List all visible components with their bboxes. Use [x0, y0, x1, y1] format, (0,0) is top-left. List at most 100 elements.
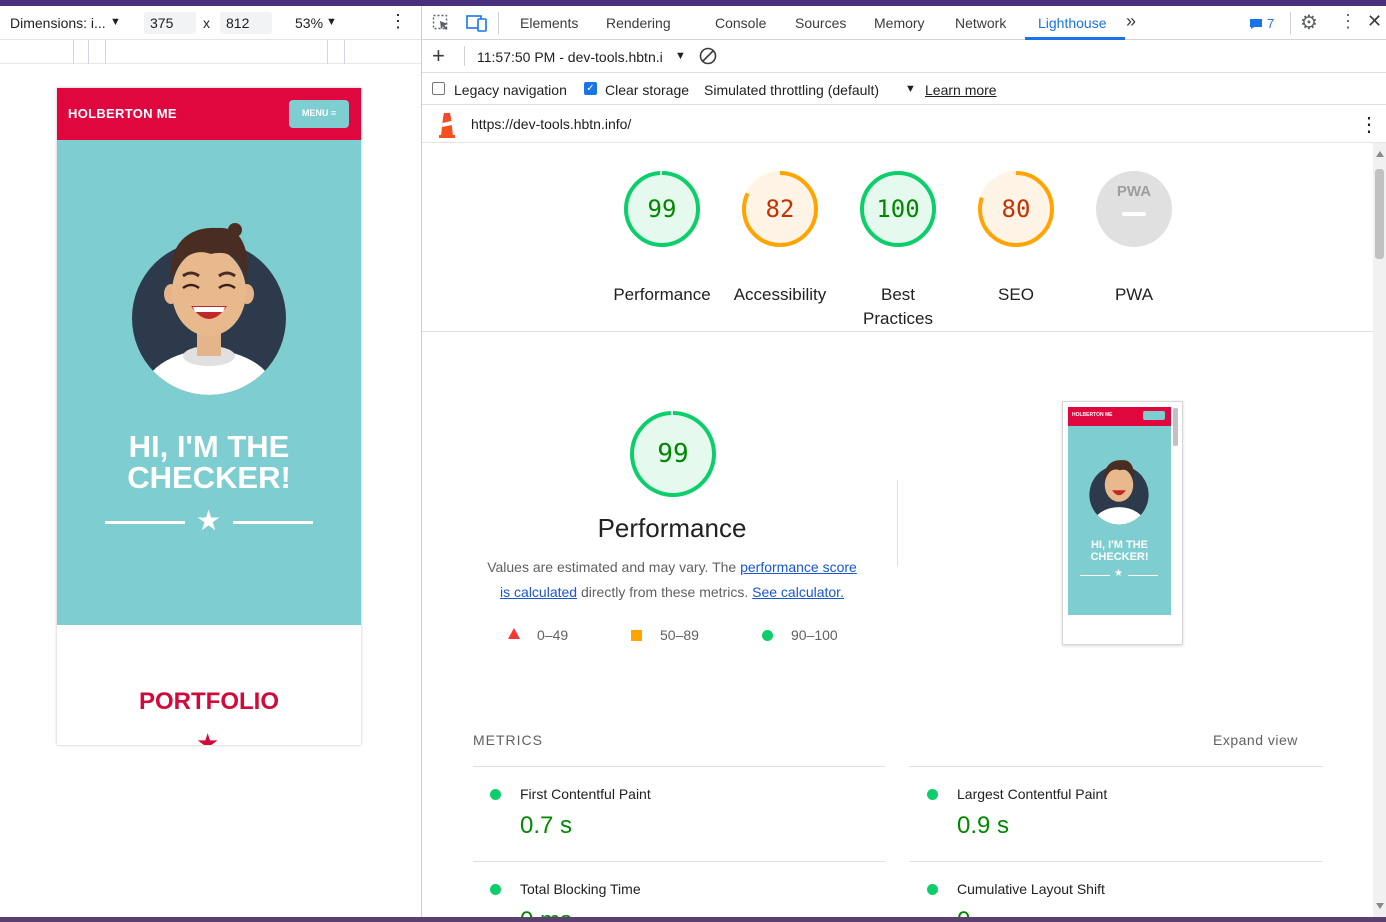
- gauge-performance[interactable]: 99 Performance: [613, 169, 711, 304]
- desc-text: directly from these metrics.: [577, 584, 753, 600]
- metrics-divider: [909, 766, 1323, 767]
- page-navbar: HOLBERTON ME MENU ≡: [57, 88, 361, 140]
- chevron-down-icon[interactable]: ▼: [326, 16, 337, 28]
- metric-value: 0.9 s: [957, 812, 1010, 839]
- gauge-accessibility[interactable]: 82 Accessibility: [734, 169, 826, 304]
- gauge-score: 100: [876, 195, 920, 223]
- final-screenshot-thumbnail[interactable]: HOLBERTON ME HI, I'M THE CHECKER! ★: [1062, 401, 1183, 645]
- scroll-down-icon[interactable]: [1376, 903, 1384, 909]
- more-tabs-icon[interactable]: »: [1126, 11, 1136, 32]
- throttling-select[interactable]: Simulated throttling (default): [704, 82, 879, 98]
- thumb-title: HI, I'M THE CHECKER!: [1090, 539, 1149, 563]
- report-scrollbar[interactable]: [1373, 143, 1386, 917]
- legend-average: 50–89: [660, 627, 699, 643]
- pass-circle-icon: [490, 884, 501, 895]
- device-toolbar: Dimensions: i... ▼ 375 x 812 53% ▼ ⋮: [0, 6, 421, 40]
- gauge-best-practices[interactable]: 100 Best Practices: [858, 169, 938, 328]
- chevron-down-icon[interactable]: ▼: [110, 16, 121, 28]
- tab-console[interactable]: Console: [715, 15, 766, 31]
- gauge-score: 99: [647, 195, 677, 223]
- metric-value: 0.7 s: [520, 812, 573, 839]
- legacy-navigation-label[interactable]: Legacy navigation: [454, 82, 567, 98]
- width-input[interactable]: 375: [144, 12, 196, 34]
- tab-lighthouse[interactable]: Lighthouse: [1038, 15, 1107, 31]
- media-query-ruler[interactable]: [0, 40, 421, 64]
- metrics-header: METRICS: [473, 732, 543, 748]
- chevron-down-icon[interactable]: ▼: [905, 83, 916, 95]
- more-options-icon[interactable]: ⋮: [389, 11, 407, 32]
- hero-section: HI, I'M THE CHECKER! ★: [57, 140, 361, 625]
- fail-triangle-icon: [508, 628, 520, 639]
- expand-view-button[interactable]: Expand view: [1213, 732, 1298, 748]
- issues-icon[interactable]: [1249, 18, 1263, 30]
- menu-button[interactable]: MENU ≡: [289, 100, 349, 128]
- metrics-divider: [909, 861, 1323, 862]
- learn-more-link[interactable]: Learn more: [925, 82, 997, 98]
- more-options-icon[interactable]: ⋮: [1359, 112, 1379, 137]
- gauge-pwa[interactable]: PWA PWA: [1094, 169, 1174, 304]
- tab-memory[interactable]: Memory: [874, 15, 925, 31]
- height-input[interactable]: 812: [220, 12, 272, 34]
- performance-description: Values are estimated and may vary. The p…: [472, 555, 872, 605]
- clear-icon[interactable]: [699, 47, 717, 65]
- issues-count[interactable]: 7: [1267, 16, 1274, 31]
- scroll-thumb[interactable]: [1375, 169, 1384, 259]
- plus-icon[interactable]: +: [432, 43, 445, 69]
- clear-storage-checkbox[interactable]: ✓: [584, 82, 597, 95]
- inspect-element-icon[interactable]: [432, 14, 450, 32]
- pwa-badge: PWA: [1116, 183, 1152, 200]
- performance-score-link[interactable]: performance score: [740, 559, 857, 575]
- tab-network[interactable]: Network: [955, 15, 1006, 31]
- gauge-score: 82: [765, 195, 795, 223]
- hero-title: HI, I'M THE CHECKER!: [57, 431, 361, 493]
- thumb-divider-line: [1128, 575, 1158, 576]
- legacy-navigation-checkbox[interactable]: [432, 82, 445, 95]
- pass-circle-icon: [927, 789, 938, 800]
- metrics-divider: [473, 766, 885, 767]
- zoom-select[interactable]: 53%: [295, 15, 323, 31]
- mobile-page-preview: HOLBERTON ME MENU ≡ HI, I'M THE CHECKER!…: [57, 88, 361, 745]
- thumb-scrollbar: [1173, 408, 1178, 446]
- more-options-icon[interactable]: ⋮: [1339, 11, 1357, 32]
- gauge-label: PWA: [1114, 285, 1154, 304]
- chevron-down-icon[interactable]: ▼: [675, 50, 686, 62]
- metric-value: 0 ms: [520, 907, 572, 917]
- hero-title-line2: CHECKER!: [127, 460, 291, 495]
- metrics-divider: [473, 861, 885, 862]
- taskbar-strip: [0, 917, 1386, 922]
- metric-value: 0: [957, 907, 970, 917]
- tab-elements[interactable]: Elements: [520, 15, 578, 31]
- vertical-divider: [897, 480, 898, 566]
- close-icon[interactable]: ✕: [1367, 11, 1382, 32]
- tab-sources[interactable]: Sources: [795, 15, 846, 31]
- metric-first-contentful-paint: First Contentful Paint 0.7 s: [490, 783, 870, 853]
- dimensions-select[interactable]: Dimensions: i...: [10, 15, 106, 31]
- star-icon: ★: [196, 728, 220, 745]
- thumb-avatar: [1089, 460, 1149, 525]
- gauge-label: Best Practices: [863, 285, 933, 328]
- scroll-up-icon[interactable]: [1376, 151, 1384, 157]
- gauge-label: SEO: [998, 285, 1034, 304]
- gauge-seo[interactable]: 80 SEO: [976, 169, 1056, 304]
- avatar: [132, 223, 286, 395]
- pass-circle-icon: [762, 630, 773, 641]
- performance-big-gauge[interactable]: 99: [628, 409, 718, 499]
- report-url[interactable]: https://dev-tools.hbtn.info/: [471, 116, 631, 132]
- desc-text: Values are estimated and may vary. The: [487, 559, 741, 575]
- device-toggle-icon[interactable]: [466, 14, 488, 32]
- report-select[interactable]: 11:57:50 PM - dev-tools.hbtn.i: [477, 49, 663, 65]
- metric-total-blocking-time: Total Blocking Time 0 ms: [490, 878, 870, 917]
- divider-line: [233, 521, 313, 524]
- lighthouse-report: 99 Performance 82 Accessibility 100 Best Prac…: [422, 143, 1373, 917]
- clear-storage-label[interactable]: Clear storage: [605, 82, 689, 98]
- gauge-label: Performance: [613, 285, 711, 304]
- is-calculated-link[interactable]: is calculated: [500, 584, 577, 600]
- pass-circle-icon: [927, 884, 938, 895]
- settings-gear-icon[interactable]: ⚙: [1300, 10, 1318, 35]
- divider-line: [105, 521, 185, 524]
- page-brand[interactable]: HOLBERTON ME: [68, 106, 177, 121]
- tab-rendering[interactable]: Rendering: [606, 15, 671, 31]
- see-calculator-link[interactable]: See calculator.: [752, 584, 844, 600]
- thumb-menu-button: [1143, 411, 1165, 420]
- lighthouse-toolbar: + 11:57:50 PM - dev-tools.hbtn.i ▼: [422, 40, 1386, 73]
